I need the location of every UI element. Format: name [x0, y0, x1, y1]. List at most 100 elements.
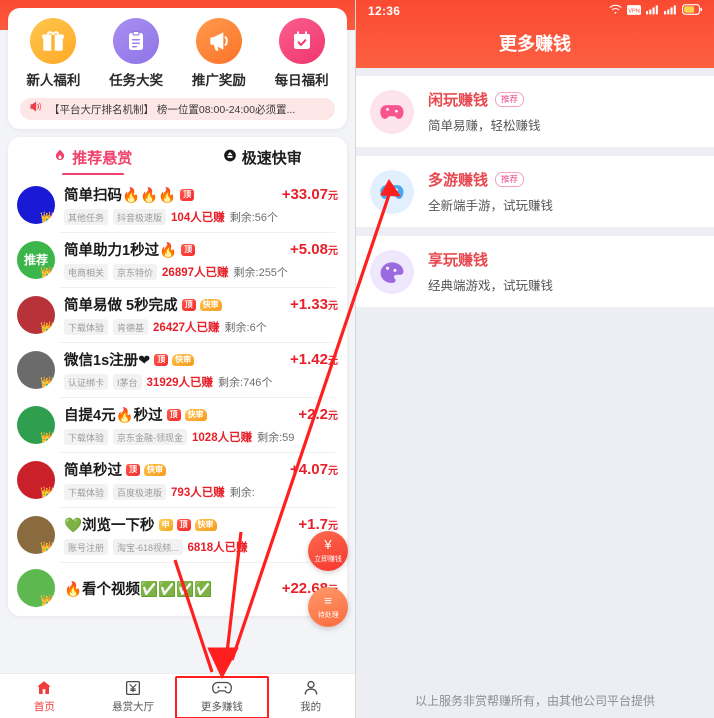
avatar: 👑 [17, 460, 55, 499]
badge-fast-review: 快审 [199, 298, 222, 311]
task-chip: 电商相关 [64, 264, 109, 280]
task-chip: 下载体验 [64, 429, 109, 445]
badge-top: 顶 [181, 243, 196, 256]
badge-top: 顶 [154, 353, 169, 366]
page-title: 更多赚钱 [499, 34, 571, 54]
notice-banner[interactable]: 【平台大厅排名机制】 榜一位置08:00-24:00必须置... [20, 98, 335, 120]
badge-apply: 申 [158, 518, 173, 531]
task-amount: +5.08元 [290, 241, 338, 258]
task-row[interactable]: 👑 简单扫码🔥🔥🔥 顶 +33.07元 其他任务 抖音极速版 104人已赚 剩余… [8, 177, 347, 232]
left-scroll-area[interactable]: 新人福利 任务大奖 推广奖励 每日福利 【平台大厅排名机制】 榜一位置08:00… [0, 0, 355, 673]
badge-top: 顶 [176, 518, 191, 531]
task-row[interactable]: 👑 🔥看个视频✅✅✅✅ +22.68元 [8, 562, 347, 614]
badge-top: 顶 [180, 188, 195, 201]
badge-top: 顶 [166, 408, 181, 421]
task-row[interactable]: 👑 微信1s注册❤ 顶 快审 +1.42元 认证绑卡 I茅台 31929人已赚 … [8, 342, 347, 397]
gamepad-icon [178, 678, 267, 697]
task-title: 🔥看个视频✅✅✅✅ [64, 581, 213, 598]
task-earned-count: 793人已赚 [171, 487, 225, 499]
gamepad-purple-icon [370, 249, 414, 294]
flame-icon [53, 148, 67, 168]
badge-fast-review: 快审 [184, 408, 207, 421]
task-chip: 百度极速版 [113, 484, 167, 500]
avatar: 👑 [17, 515, 55, 554]
gamepad-pink-icon [370, 89, 414, 134]
list-item-xiangwan[interactable]: 享玩赚钱 经典端游戏，试玩赚钱 [356, 236, 714, 307]
quick-action-promotion[interactable]: 推广奖励 [178, 18, 261, 89]
tab-recommended-bounty[interactable]: 推荐悬赏 [8, 147, 178, 177]
left-phone-screen: 新人福利 任务大奖 推广奖励 每日福利 【平台大厅排名机制】 榜一位置08:00… [0, 0, 355, 718]
footer-disclaimer: 以上服务非赏帮赚所有，由其他公司平台提供 [356, 682, 714, 718]
crown-icon: 👑 [40, 431, 54, 444]
task-row[interactable]: 👑 自提4元🔥秒过 顶 快审 +2.2元 下载体验 京东金融-领现金 1028人… [8, 397, 347, 452]
task-chip: 下载体验 [64, 319, 109, 335]
crown-icon: 👑 [40, 266, 54, 279]
badge-fast-review: 快审 [144, 463, 166, 476]
avatar: 👑 [17, 350, 55, 389]
task-row[interactable]: 👑 简单秒过 顶 快审 +4.07元 下载体验 百度极速版 793人已赚 剩余: [8, 452, 347, 507]
crown-icon: 👑 [40, 595, 54, 607]
notice-text: 【平台大厅排名机制】 榜一位置08:00-24:00必须置... [49, 103, 296, 116]
badge-top: 顶 [181, 298, 196, 311]
calendar-check-icon [278, 18, 325, 64]
tabbar-item-bounty-hall[interactable]: 悬赏大厅 [89, 678, 178, 714]
task-chip: 账号注册 [64, 539, 109, 555]
crown-icon: 👑 [40, 211, 54, 224]
task-title: 微信1s注册❤ [64, 353, 151, 369]
speaker-icon [28, 99, 43, 119]
gift-icon [30, 18, 77, 64]
task-row[interactable]: 👑 简单易做 5秒完成 顶 快审 +1.33元 下载体验 肯德基 26427人已… [8, 287, 347, 342]
gamepad-blue-icon [370, 169, 414, 214]
status-time: 12:36 [368, 4, 401, 18]
tabbar-label: 首页 [33, 701, 55, 713]
quick-action-label: 每日福利 [274, 73, 329, 88]
earn-platform-list: 闲玩赚钱 推荐 简单易赚，轻松赚钱 多游赚钱 推荐 全新端手游，试玩赚钱 享玩赚… [356, 68, 714, 307]
platform-desc: 经典端游戏，试玩赚钱 [428, 279, 554, 293]
platform-name: 闲玩赚钱 [428, 92, 489, 109]
task-earned-count: 26897人已赚 [162, 267, 229, 279]
task-amount: +4.07元 [290, 461, 338, 478]
list-item-xianwan[interactable]: 闲玩赚钱 推荐 简单易赚，轻松赚钱 [356, 76, 714, 147]
tabbar-item-more-earn[interactable]: 更多赚钱 [174, 676, 269, 718]
fab-label: 立即赚钱 [314, 554, 342, 563]
badge-fast-review: 快审 [194, 518, 217, 531]
quick-action-label: 推广奖励 [191, 73, 246, 88]
task-earned-count: 26427人已赚 [153, 322, 220, 334]
task-remaining: 剩余:56个 [229, 212, 279, 224]
tabbar-item-home[interactable]: 首页 [0, 678, 89, 714]
task-title: 简单秒过 [64, 463, 122, 479]
tab-fast-review[interactable]: 极速快审 [178, 147, 348, 177]
quick-actions-row: 新人福利 任务大奖 推广奖励 每日福利 [12, 18, 343, 89]
avatar: 👑 [17, 295, 55, 334]
task-remaining: 剩余:746个 [218, 377, 273, 389]
list-item-duoyou[interactable]: 多游赚钱 推荐 全新端手游，试玩赚钱 [356, 156, 714, 227]
quick-action-daily[interactable]: 每日福利 [260, 18, 343, 89]
tab-label: 极速快审 [241, 150, 302, 167]
task-remaining: 剩余:59 [257, 432, 295, 444]
task-title: 简单助力1秒过🔥 [64, 243, 178, 259]
megaphone-icon [195, 18, 242, 64]
platform-name: 多游赚钱 [428, 172, 489, 189]
badge-fast-review: 快审 [172, 353, 195, 366]
quick-action-task-prize[interactable]: 任务大奖 [95, 18, 178, 89]
quick-action-newcomer[interactable]: 新人福利 [12, 18, 95, 89]
status-bar: 12:36 VPN [356, 0, 714, 22]
tabbar-label: 我的 [300, 701, 322, 713]
task-row[interactable]: 👑 💚浏览一下秒 申 顶 快审 +1.7元 账号注册 淘宝-618视频... 6… [8, 507, 347, 562]
fab-pending[interactable]: ≡ 待处理 [308, 587, 348, 627]
pending-icon: ≡ [324, 593, 332, 608]
quick-action-label: 新人福利 [26, 73, 81, 88]
task-rows: 👑 简单扫码🔥🔥🔥 顶 +33.07元 其他任务 抖音极速版 104人已赚 剩余… [8, 177, 347, 614]
money-icon [89, 678, 178, 697]
tabbar-item-mine[interactable]: 我的 [266, 678, 355, 714]
badge-top: 顶 [126, 463, 140, 476]
task-tabs: 推荐悬赏 极速快审 [8, 137, 347, 177]
fab-earn-now[interactable]: ¥ 立即赚钱 [308, 531, 348, 571]
task-amount: +1.33元 [290, 296, 338, 313]
wifi-icon [609, 4, 622, 18]
task-title: 💚浏览一下秒 [64, 518, 155, 534]
task-row[interactable]: 推荐 👑 简单助力1秒过🔥 顶 +5.08元 电商相关 京东特价 26897人已… [8, 232, 347, 287]
fab-label: 待处理 [317, 610, 339, 619]
platform-desc: 全新端手游，试玩赚钱 [428, 199, 554, 213]
avatar: 👑 [17, 405, 55, 444]
